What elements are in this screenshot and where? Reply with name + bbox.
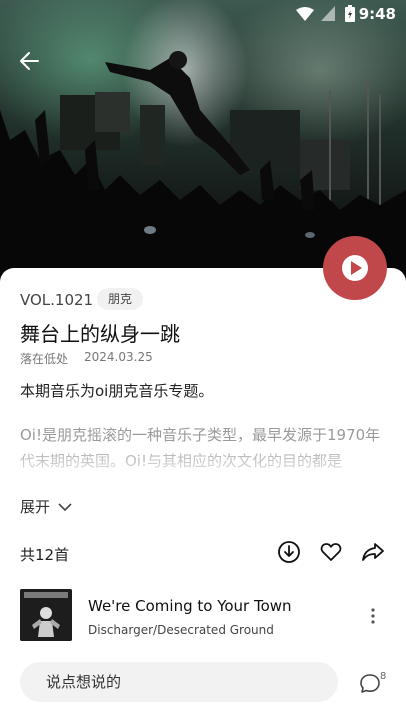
status-time: 9:48 <box>358 5 396 23</box>
episode-author[interactable]: 落在低处 <box>20 350 68 367</box>
battery-icon <box>345 5 355 22</box>
episode-subtitle: 本期音乐为oi朋克音乐专题。 <box>20 382 214 400</box>
track-artist: Discharger/Desecrated Ground <box>88 623 274 637</box>
chevron-down-icon <box>58 502 72 511</box>
play-icon <box>342 255 368 281</box>
comment-input[interactable] <box>20 662 338 702</box>
share-icon <box>362 543 384 561</box>
signal-icon <box>321 6 335 21</box>
episode-title: 舞台上的纵身一跳 <box>20 322 180 346</box>
track-more-button[interactable] <box>364 604 382 628</box>
episode-date: 2024.03.25 <box>84 350 153 364</box>
track-count: 共12首 <box>20 546 70 564</box>
comment-bubble-icon <box>360 674 380 693</box>
heart-icon <box>320 543 342 561</box>
wifi-icon <box>296 7 314 21</box>
episode-vol: VOL.1021 <box>20 291 94 309</box>
status-bar: 9:48 <box>0 0 406 28</box>
comment-count: 8 <box>380 671 387 682</box>
back-button[interactable] <box>16 46 46 76</box>
comments-button[interactable] <box>358 671 382 695</box>
expand-button[interactable]: 展开 <box>20 496 72 517</box>
expand-label: 展开 <box>20 498 51 516</box>
download-icon <box>278 541 300 563</box>
description-fade <box>0 440 406 480</box>
album-cover <box>20 589 72 641</box>
play-button[interactable] <box>323 236 387 300</box>
album-art-icon <box>20 589 72 641</box>
share-button[interactable] <box>361 540 385 564</box>
track-name: We're Coming to Your Town <box>88 597 292 615</box>
arrow-left-icon <box>20 52 39 70</box>
favorite-button[interactable] <box>319 540 343 564</box>
download-button[interactable] <box>277 540 301 564</box>
more-vertical-icon <box>371 608 375 624</box>
genre-tag[interactable]: 朋克 <box>97 288 144 310</box>
